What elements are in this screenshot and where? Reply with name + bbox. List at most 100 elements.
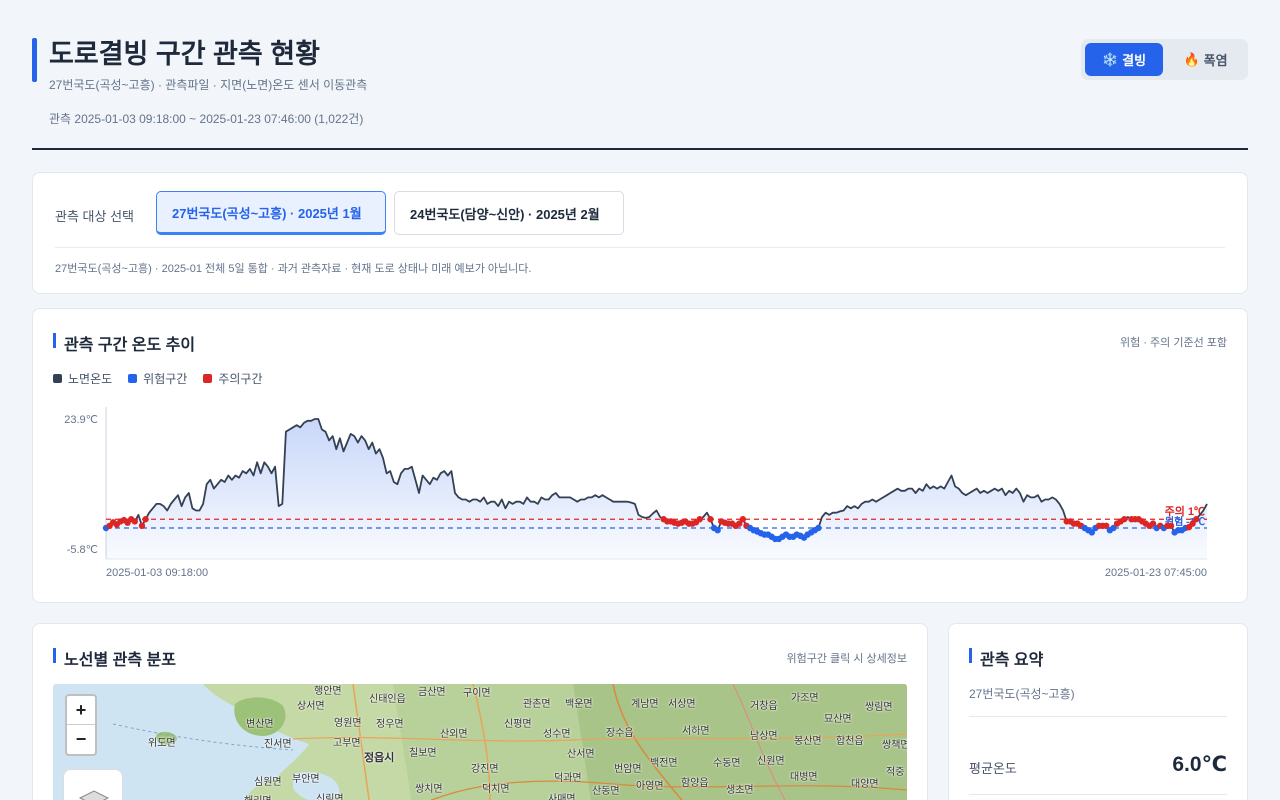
summary-avg-value: 6.0℃ (1172, 753, 1227, 776)
map-label: 정읍시 (364, 752, 395, 764)
map-label: 쌍책면 (882, 740, 907, 751)
map-label: 고부면 (333, 738, 361, 749)
summary-route: 27번국도(곡성~고흥) (969, 687, 1075, 701)
mode-toggle: ❄️ 결빙 🔥 폭염 (1081, 39, 1248, 80)
observation-range: 관측 2025-01-03 09:18:00 ~ 2025-01-23 07:4… (49, 112, 364, 126)
mode-label-heat: 폭염 (1203, 53, 1228, 68)
map-label: 심원면 (254, 777, 282, 788)
map-label: 쌍치면 (415, 784, 443, 795)
page-title: 도로결빙 구간 관측 현황 (49, 39, 320, 69)
map-label: 쌍림면 (865, 702, 893, 713)
summary-avg-label: 평균온도 (969, 761, 1017, 776)
map-label: 신태인읍 (369, 694, 406, 705)
map-label: 금산면 (418, 687, 446, 698)
summary-card: 관측 요약 27번국도(곡성~고흥) 평균온도 6.0℃ (948, 623, 1248, 800)
map-label: 생초면 (726, 785, 754, 796)
map-label: 해리면 (244, 792, 272, 800)
map-label: 백전면 (650, 758, 678, 769)
temperature-line-chart: 주의 1℃위험 -1℃23.9℃-5.8℃2025-01-03 09:18:00… (64, 407, 1208, 579)
map-label: 대양면 (851, 779, 879, 790)
map-label: 성수면 (543, 729, 571, 740)
layers-button[interactable] (63, 769, 123, 800)
page-header: 도로결빙 구간 관측 현황 27번국도(곡성~고흥) · 관측파일 · 지면(노… (32, 30, 1248, 150)
route-map[interactable]: 행안면 상서면 신태인읍 금산면 구이면 관촌면 백운면 계남면 서상면 가조면… (53, 684, 907, 800)
mode-button-heat[interactable]: 🔥 폭염 (1167, 43, 1244, 76)
danger-point (714, 526, 721, 534)
layers-icon (78, 790, 110, 800)
map-label: 서상면 (668, 699, 696, 710)
temperature-area (106, 419, 1207, 559)
map-label: 봉산면 (794, 736, 822, 747)
summary-title: 관측 요약 (969, 646, 1043, 670)
map-label: 변산면 (246, 719, 274, 730)
map-label: 번암면 (614, 764, 642, 775)
map-label: 장수읍 (606, 728, 634, 739)
caution-point (707, 516, 714, 523)
y-tick-label: 23.9℃ (64, 414, 98, 426)
map-label: 강진면 (471, 764, 499, 775)
map-label: 서하면 (682, 726, 710, 737)
map-label: 신평면 (504, 719, 532, 730)
map-label: 신림면 (316, 794, 344, 800)
caution-point (138, 522, 146, 530)
selector-divider (55, 247, 1225, 248)
map-label: 가조면 (791, 693, 819, 704)
map-zoom-control: + − (65, 694, 97, 756)
target-selector-card: 관측 대상 선택 27번국도(곡성~고흥) · 2025년 1월 24번국도(담… (32, 172, 1248, 294)
danger-point (815, 524, 822, 532)
map-label: 적중 (886, 767, 905, 778)
y-tick-label: -5.8℃ (67, 544, 98, 556)
map-label: 진서면 (264, 739, 292, 750)
map-label: 상서면 (297, 701, 325, 712)
map-label: 신원면 (757, 756, 785, 767)
map-section-title: 노선별 관측 분포 (53, 646, 176, 670)
caution-point (131, 518, 138, 525)
map-label: 구이면 (463, 688, 491, 699)
map-label: 백운면 (565, 699, 593, 710)
map-label: 함양읍 (681, 778, 709, 789)
map-label: 부안면 (292, 774, 320, 785)
x-tick-label: 2025-01-03 09:18:00 (106, 567, 208, 579)
snowflake-icon: ❄️ (1101, 51, 1119, 67)
map-label: 아영면 (636, 781, 664, 792)
map-label: 덕과면 (554, 773, 582, 784)
x-tick-label: 2025-01-23 07:45:00 (1105, 567, 1207, 579)
zoom-in-button[interactable]: + (67, 696, 95, 725)
caution-point (1121, 516, 1128, 523)
caution-point (1193, 516, 1200, 523)
map-label: 남상면 (750, 731, 778, 742)
title-accent-bar (32, 38, 37, 82)
summary-divider (969, 716, 1227, 717)
map-label: 대병면 (790, 772, 818, 783)
mode-button-freeze[interactable]: ❄️ 결빙 (1085, 43, 1163, 76)
map-label: 영원면 (334, 718, 362, 729)
map-label: 산서면 (567, 749, 595, 760)
map-label: 위도면 (148, 738, 176, 749)
mode-label-freeze: 결빙 (1122, 53, 1147, 68)
map-label: 관촌면 (523, 699, 551, 710)
zoom-out-button[interactable]: − (67, 725, 95, 754)
target-option-route-24[interactable]: 24번국도(담양~신안) · 2025년 2월 (394, 191, 624, 235)
map-label: 합천읍 (836, 736, 864, 747)
map-label: 산외면 (440, 729, 468, 740)
map-section-hint: 위험구간 클릭 시 상세정보 (786, 653, 908, 665)
temperature-chart-card: 관측 구간 온도 추이 위험 · 주의 기준선 포함 노면온도 위험구간 주의구… (32, 308, 1248, 603)
caution-point (696, 516, 703, 523)
map-terrain (112, 684, 907, 800)
map-label: 칠보면 (409, 748, 437, 759)
fire-icon: 🔥 (1183, 51, 1200, 67)
map-label: 거창읍 (750, 701, 778, 712)
target-option-route-27[interactable]: 27번국도(곡성~고흥) · 2025년 1월 (156, 191, 386, 235)
summary-divider (969, 794, 1227, 795)
caution-point (142, 516, 149, 523)
map-label: 행안면 (314, 686, 342, 697)
selector-label: 관측 대상 선택 (55, 209, 134, 224)
map-label: 수동면 (713, 758, 741, 769)
route-map-card: 노선별 관측 분포 위험구간 클릭 시 상세정보 행안면 상서면 신태인읍 금산… (32, 623, 928, 800)
selector-note: 27번국도(곡성~고흥) · 2025-01 전체 5일 통합 · 과거 관측자… (55, 263, 532, 275)
map-label: 묘산면 (824, 714, 852, 725)
map-label: 사매면 (548, 794, 576, 800)
map-label: 덕치면 (482, 784, 510, 795)
caution-point (739, 516, 747, 523)
page-subtitle: 27번국도(곡성~고흥) · 관측파일 · 지면(노면)온도 센서 이동관측 (49, 78, 368, 92)
